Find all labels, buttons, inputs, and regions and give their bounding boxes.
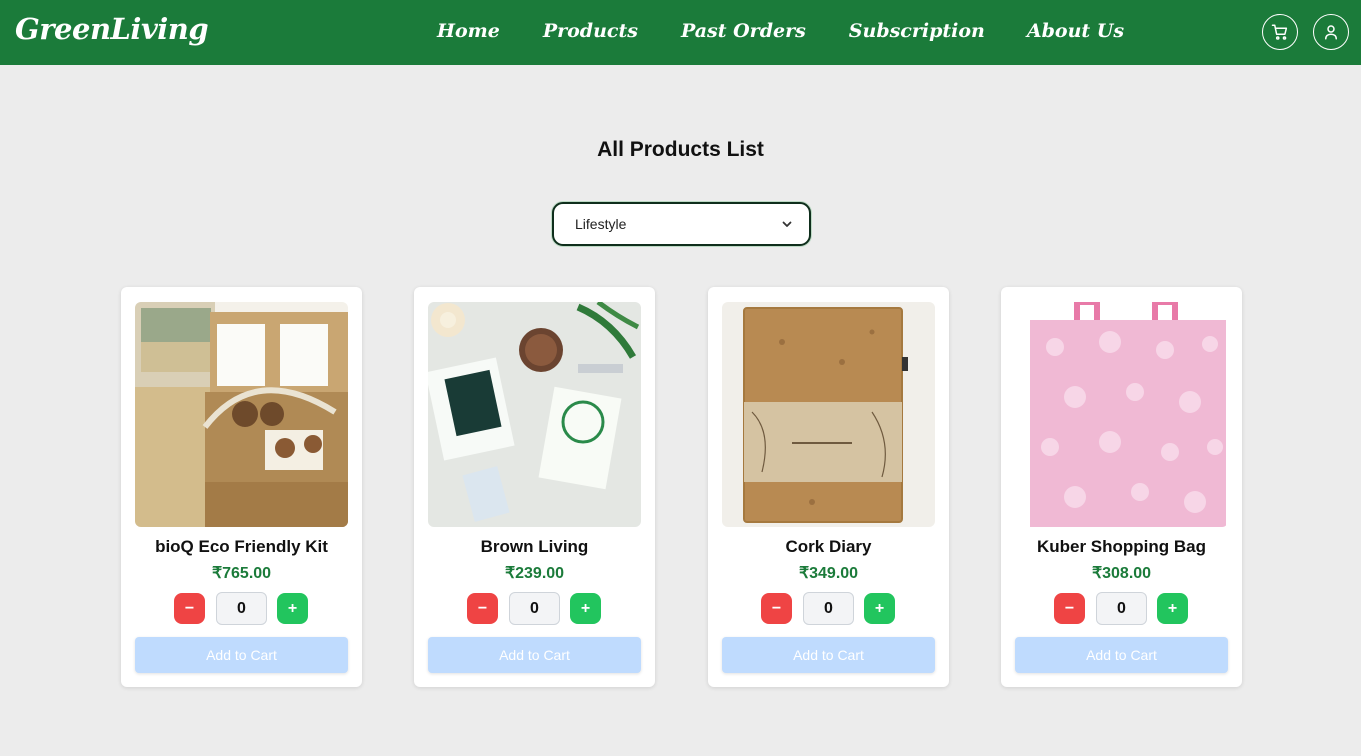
chevron-down-icon <box>782 221 792 227</box>
brand-logo[interactable]: GreenLiving <box>15 12 209 46</box>
quantity-input[interactable]: 0 <box>1096 592 1147 625</box>
product-card: Kuber Shopping Bag ₹308.00 − 0 + Add to … <box>1001 287 1242 687</box>
product-image-shopping-bag <box>1015 302 1228 527</box>
quantity-stepper: − 0 + <box>761 592 896 625</box>
product-price: ₹308.00 <box>1091 565 1152 582</box>
product-price: ₹239.00 <box>504 565 565 582</box>
increase-button[interactable]: + <box>864 593 895 624</box>
add-to-cart-button[interactable]: Add to Cart <box>722 637 935 673</box>
main-nav: Home Products Past Orders Subscription A… <box>437 20 1124 42</box>
page-title: All Products List <box>597 138 764 161</box>
nav-products[interactable]: Products <box>543 20 638 42</box>
product-name: Kuber Shopping Bag <box>1036 537 1207 556</box>
quantity-stepper: − 0 + <box>1054 592 1189 625</box>
product-image-cork-diary <box>722 302 935 527</box>
category-select-value: Lifestyle <box>575 216 627 232</box>
product-card: bioQ Eco Friendly Kit ₹765.00 − 0 + Add … <box>121 287 362 687</box>
product-image-eco-kit <box>135 302 348 527</box>
product-card: Brown Living ₹239.00 − 0 + Add to Cart <box>414 287 655 687</box>
nav-home[interactable]: Home <box>437 20 500 42</box>
product-price: ₹765.00 <box>211 565 272 582</box>
decrease-button[interactable]: − <box>467 593 498 624</box>
add-to-cart-button[interactable]: Add to Cart <box>428 637 641 673</box>
decrease-button[interactable]: − <box>174 593 205 624</box>
product-image-brown-living <box>428 302 641 527</box>
nav-past-orders[interactable]: Past Orders <box>681 20 806 42</box>
increase-button[interactable]: + <box>570 593 601 624</box>
quantity-stepper: − 0 + <box>174 592 309 625</box>
increase-button[interactable]: + <box>1157 593 1188 624</box>
product-name: Cork Diary <box>785 537 872 556</box>
quantity-input[interactable]: 0 <box>509 592 560 625</box>
add-to-cart-button[interactable]: Add to Cart <box>1015 637 1228 673</box>
cart-icon <box>1271 24 1288 40</box>
increase-button[interactable]: + <box>277 593 308 624</box>
quantity-input[interactable]: 0 <box>216 592 267 625</box>
nav-subscription[interactable]: Subscription <box>849 20 985 42</box>
decrease-button[interactable]: − <box>761 593 792 624</box>
nav-about-us[interactable]: About Us <box>1027 20 1124 42</box>
category-select[interactable]: Lifestyle <box>552 202 811 246</box>
product-name: bioQ Eco Friendly Kit <box>155 537 328 556</box>
top-navbar: GreenLiving Home Products Past Orders Su… <box>0 0 1361 65</box>
cart-button[interactable] <box>1262 14 1298 50</box>
add-to-cart-button[interactable]: Add to Cart <box>135 637 348 673</box>
product-card: Cork Diary ₹349.00 − 0 + Add to Cart <box>708 287 949 687</box>
user-button[interactable] <box>1313 14 1349 50</box>
quantity-stepper: − 0 + <box>467 592 602 625</box>
product-price: ₹349.00 <box>798 565 859 582</box>
product-name: Brown Living <box>480 537 589 556</box>
decrease-button[interactable]: − <box>1054 593 1085 624</box>
quantity-input[interactable]: 0 <box>803 592 854 625</box>
user-icon <box>1325 25 1337 40</box>
